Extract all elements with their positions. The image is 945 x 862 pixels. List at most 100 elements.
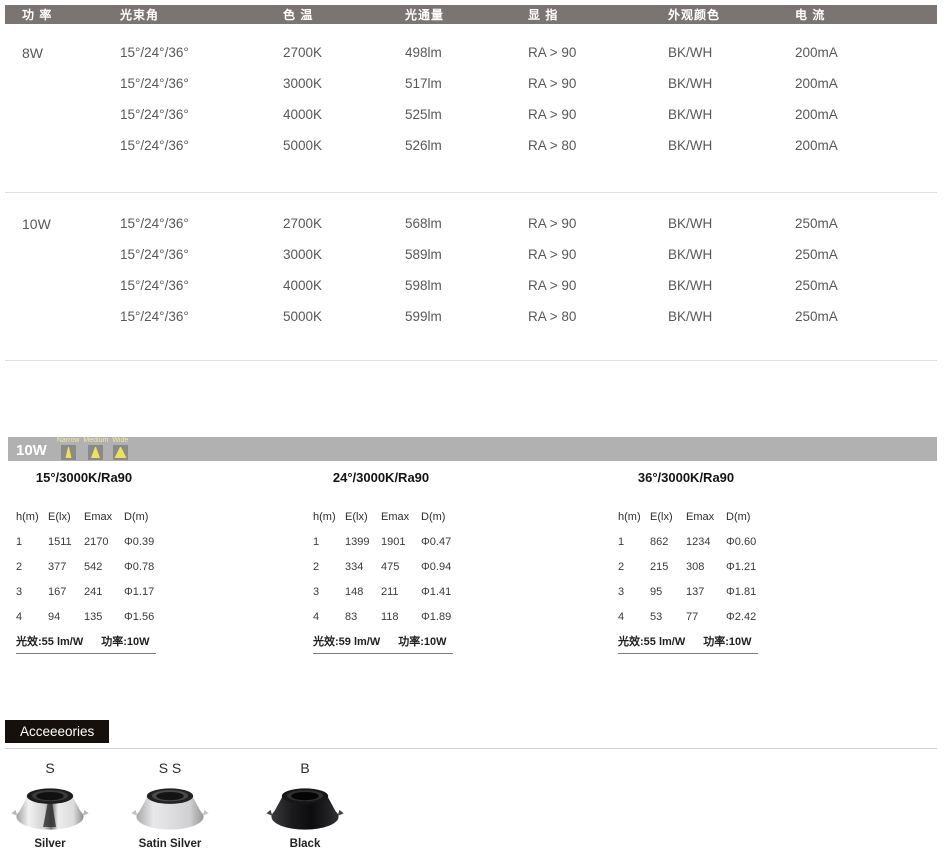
ph-col-emax: Emax: [381, 504, 421, 529]
divider: [5, 748, 937, 749]
spec-cell-flux: 599lm: [405, 301, 528, 332]
medium-beam-icon: [88, 445, 103, 460]
col-header-flux: 光通量: [405, 5, 528, 24]
pcell: 94: [48, 604, 84, 629]
spec-cell-cct: 2700K: [283, 37, 405, 68]
pcell: 4: [618, 604, 650, 629]
photometric-grid: h(m) E(lx) Emax D(m) 1 862 1234 Φ0.60 2 …: [610, 504, 762, 629]
spec-cell-cri: RA > 90: [528, 208, 668, 239]
spec-cell-flux: 568lm: [405, 208, 528, 239]
ph-col-d: D(m): [726, 504, 770, 529]
pcell: 215: [650, 554, 686, 579]
pcell: Φ0.39: [124, 529, 168, 554]
spec-group-10w: 10W 15°/24°/36° 2700K 568lm RA > 90 BK/W…: [5, 208, 937, 332]
wide-beam-icon: [113, 445, 128, 460]
spacer-cell: [22, 270, 120, 301]
pcell: Φ0.60: [726, 529, 770, 554]
pcell: 167: [48, 579, 84, 604]
spacer-cell: [22, 301, 120, 332]
pcell: 4: [16, 604, 48, 629]
power-value: 功率:10W: [703, 633, 751, 649]
pcell: Φ1.89: [421, 604, 465, 629]
ph-col-d: D(m): [421, 504, 465, 529]
spec-cell-finish: BK/WH: [668, 37, 795, 68]
spec-cell-current: 200mA: [795, 68, 937, 99]
spec-cell-beam: 15°/24°/36°: [120, 270, 283, 301]
accessory-code: B: [255, 760, 355, 782]
spec-cell-flux: 589lm: [405, 239, 528, 270]
pcell: Φ1.56: [124, 604, 168, 629]
spec-cell-cri: RA > 90: [528, 239, 668, 270]
photometric-table-title: 24°/3000K/Ra90: [305, 470, 457, 492]
spacer-cell: [22, 99, 120, 130]
ph-col-emax: Emax: [84, 504, 124, 529]
spec-cell-cct: 2700K: [283, 208, 405, 239]
pcell: 137: [686, 579, 726, 604]
pcell: 53: [650, 604, 686, 629]
accessory-name: Black: [255, 838, 355, 850]
spec-cell-current: 200mA: [795, 37, 937, 68]
divider: [5, 192, 937, 193]
accessory-item-satin-silver: S S Satin Silver: [120, 760, 220, 850]
spacer-cell: [22, 130, 120, 161]
spec-cell-beam: 15°/24°/36°: [120, 130, 283, 161]
spec-cell-finish: BK/WH: [668, 239, 795, 270]
spec-cell-flux: 598lm: [405, 270, 528, 301]
beam-medium-label: Medium: [83, 437, 108, 444]
spec-cell-beam: 15°/24°/36°: [120, 301, 283, 332]
photometric-table-36deg: 36°/3000K/Ra90 h(m) E(lx) Emax D(m) 1 86…: [610, 470, 762, 654]
pcell: Φ1.41: [421, 579, 465, 604]
bar-power-label: 10W: [16, 443, 47, 458]
spec-cell-current: 200mA: [795, 99, 937, 130]
spec-cell-cri: RA > 90: [528, 37, 668, 68]
ph-col-h: h(m): [618, 504, 650, 529]
pcell: 2: [618, 554, 650, 579]
col-header-finish: 外观颜色: [668, 5, 795, 24]
spec-cell-cri: RA > 80: [528, 130, 668, 161]
power-label: 8W: [22, 37, 120, 68]
pcell: Φ0.78: [124, 554, 168, 579]
spec-group-8w: 8W 15°/24°/36° 2700K 498lm RA > 90 BK/WH…: [5, 37, 937, 161]
beam-wide-label: Wide: [112, 437, 128, 444]
power-value: 功率:10W: [101, 633, 149, 649]
ph-col-e: E(lx): [48, 504, 84, 529]
ph-col-h: h(m): [313, 504, 345, 529]
accessories-title-badge: Acceeeories: [5, 720, 109, 743]
pcell: 1234: [686, 529, 726, 554]
spec-cell-flux: 526lm: [405, 130, 528, 161]
spec-cell-current: 200mA: [795, 130, 937, 161]
pcell: 308: [686, 554, 726, 579]
spacer-cell: [22, 239, 120, 270]
ph-col-emax: Emax: [686, 504, 726, 529]
spec-cell-finish: BK/WH: [668, 99, 795, 130]
satin-silver-reflector-ring-image: [127, 784, 213, 834]
pcell: 334: [345, 554, 381, 579]
accessory-code: S S: [120, 760, 220, 782]
photometric-footer: 光效:59 lm/W 功率:10W: [313, 629, 453, 654]
pcell: 148: [345, 579, 381, 604]
pcell: 1: [618, 529, 650, 554]
spec-cell-cct: 5000K: [283, 301, 405, 332]
narrow-beam-icon: [61, 445, 76, 460]
col-header-current: 电 流: [795, 5, 937, 24]
spec-cell-current: 250mA: [795, 270, 937, 301]
pcell: 862: [650, 529, 686, 554]
pcell: 475: [381, 554, 421, 579]
pcell: 118: [381, 604, 421, 629]
beam-wide-block: Wide: [112, 437, 128, 460]
spec-cell-finish: BK/WH: [668, 208, 795, 239]
pcell: 1: [16, 529, 48, 554]
col-header-power: 功 率: [22, 5, 120, 24]
beam-narrow-block: Narrow: [57, 437, 80, 460]
pcell: 135: [84, 604, 124, 629]
spec-cell-cct: 5000K: [283, 130, 405, 161]
spec-cell-cri: RA > 90: [528, 68, 668, 99]
accessory-code: S: [0, 760, 100, 782]
photometric-table-title: 15°/3000K/Ra90: [8, 470, 160, 492]
pcell: 3: [16, 579, 48, 604]
spec-cell-current: 250mA: [795, 208, 937, 239]
spec-table-header: 功 率 光束角 色 温 光通量 显 指 外观颜色 电 流: [5, 5, 937, 24]
efficacy-value: 光效:55 lm/W: [618, 633, 685, 649]
photometric-footer: 光效:55 lm/W 功率:10W: [618, 629, 758, 654]
spec-cell-flux: 517lm: [405, 68, 528, 99]
